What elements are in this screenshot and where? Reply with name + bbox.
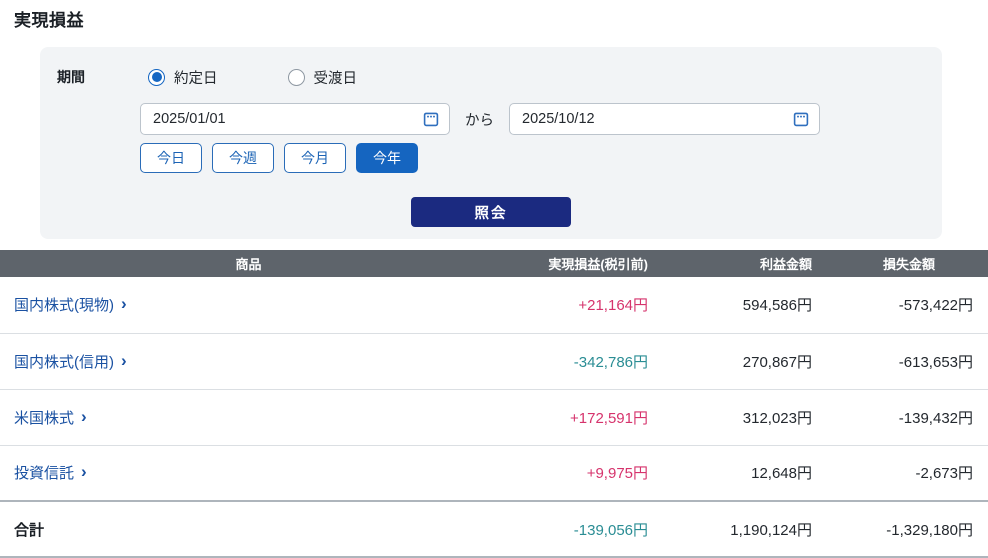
quick-range-row: 今日 今週 今月 今年: [140, 143, 942, 173]
inquiry-button[interactable]: 照会: [411, 197, 571, 227]
loss-value: -573,422円: [820, 277, 988, 333]
table-row: 国内株式(現物) › +21,164円 594,586円 -573,422円: [0, 277, 988, 333]
profit-value: 594,586円: [656, 277, 820, 333]
date-from-input[interactable]: [153, 111, 423, 127]
profit-value: 312,023円: [656, 389, 820, 445]
product-link-domestic-stock-cash[interactable]: 国内株式(現物) ›: [14, 294, 127, 315]
product-link-domestic-stock-margin[interactable]: 国内株式(信用) ›: [14, 351, 127, 372]
period-filter-panel: 期間 約定日 受渡日 から: [40, 47, 942, 239]
quick-button-year[interactable]: 今年: [356, 143, 418, 173]
table-row: 投資信託 › +9,975円 12,648円 -2,673円: [0, 445, 988, 501]
total-label: 合計: [0, 501, 497, 557]
realized-pl-table: 商品 実現損益(税引前) 利益金額 損失金額 国内株式(現物) › +21,16…: [0, 250, 988, 558]
profit-value: 270,867円: [656, 333, 820, 389]
submit-row: 照会: [40, 197, 942, 227]
product-label: 米国株式: [14, 407, 74, 428]
radio-button-icon[interactable]: [288, 69, 305, 86]
header-loss: 損失金額: [820, 250, 988, 277]
header-product: 商品: [0, 250, 497, 277]
calendar-icon[interactable]: [423, 111, 439, 127]
date-to-input[interactable]: [522, 111, 793, 127]
chevron-right-icon: ›: [121, 295, 127, 312]
realized-value: -342,786円: [497, 333, 656, 389]
calendar-icon[interactable]: [793, 111, 809, 127]
product-link-investment-trust[interactable]: 投資信託 ›: [14, 462, 87, 483]
radio-delivery-label: 受渡日: [314, 67, 358, 88]
quick-button-today[interactable]: 今日: [140, 143, 202, 173]
product-link-us-stock[interactable]: 米国株式 ›: [14, 407, 87, 428]
header-realized: 実現損益(税引前): [497, 250, 656, 277]
quick-button-week[interactable]: 今週: [212, 143, 274, 173]
chevron-right-icon: ›: [81, 408, 87, 425]
period-label: 期間: [57, 67, 148, 87]
radio-delivery-date[interactable]: 受渡日: [288, 67, 358, 88]
total-loss-value: -1,329,180円: [820, 501, 988, 557]
chevron-right-icon: ›: [81, 463, 87, 480]
loss-value: -139,432円: [820, 389, 988, 445]
date-to-field[interactable]: [509, 103, 820, 135]
realized-value: +172,591円: [497, 389, 656, 445]
range-separator: から: [465, 109, 494, 130]
radio-settlement-date[interactable]: 約定日: [148, 67, 218, 88]
realized-value: +21,164円: [497, 277, 656, 333]
profit-value: 12,648円: [656, 445, 820, 501]
total-profit-value: 1,190,124円: [656, 501, 820, 557]
table-header-row: 商品 実現損益(税引前) 利益金額 損失金額: [0, 250, 988, 277]
table-row: 国内株式(信用) › -342,786円 270,867円 -613,653円: [0, 333, 988, 389]
chevron-right-icon: ›: [121, 352, 127, 369]
period-row: 期間 約定日 受渡日: [57, 65, 942, 89]
loss-value: -613,653円: [820, 333, 988, 389]
realized-value: +9,975円: [497, 445, 656, 501]
product-label: 投資信託: [14, 462, 74, 483]
quick-button-month[interactable]: 今月: [284, 143, 346, 173]
date-range-row: から: [140, 103, 942, 135]
radio-settlement-label: 約定日: [174, 67, 218, 88]
loss-value: -2,673円: [820, 445, 988, 501]
header-profit: 利益金額: [656, 250, 820, 277]
total-realized-value: -139,056円: [497, 501, 656, 557]
product-label: 国内株式(信用): [14, 351, 114, 372]
product-label: 国内株式(現物): [14, 294, 114, 315]
date-from-field[interactable]: [140, 103, 450, 135]
page-title: 実現損益: [14, 6, 988, 31]
table-row: 米国株式 › +172,591円 312,023円 -139,432円: [0, 389, 988, 445]
table-total-row: 合計 -139,056円 1,190,124円 -1,329,180円: [0, 501, 988, 557]
radio-button-icon[interactable]: [148, 69, 165, 86]
